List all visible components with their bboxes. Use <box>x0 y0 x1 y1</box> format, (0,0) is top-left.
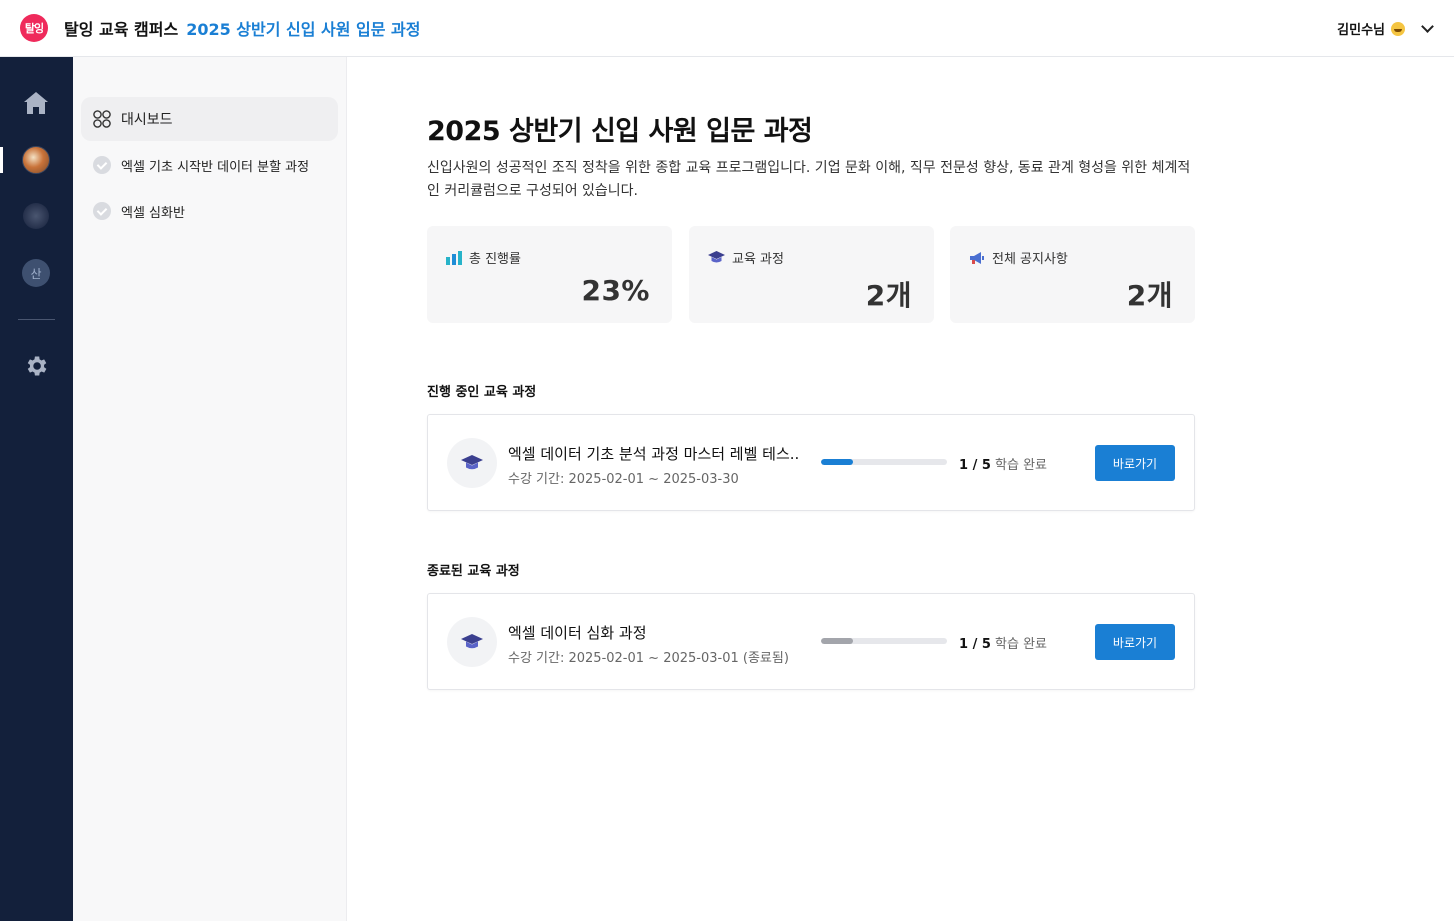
main-content: 2025 상반기 신입 사원 입문 과정 신입사원의 성공적인 조직 정착을 위… <box>347 57 1454 921</box>
megaphone-icon <box>970 251 984 264</box>
chevron-down-icon[interactable] <box>1421 20 1434 33</box>
stat-value: 23% <box>581 274 650 307</box>
progress-bar <box>821 638 947 644</box>
course-sidebar: 대시보드 엑셀 기초 시작반 데이터 분할 과정 엑셀 심화반 <box>73 57 347 921</box>
check-circle-icon <box>93 156 111 174</box>
home-icon <box>24 92 48 114</box>
course-name: 엑셀 데이터 기초 분석 과정 마스터 레벨 테스.. <box>508 445 800 463</box>
sidebar-item-label: 엑셀 기초 시작반 데이터 분할 과정 <box>121 159 310 175</box>
sidebar-item-label: 대시보드 <box>121 112 173 128</box>
rail-active-indicator <box>0 147 3 173</box>
stat-label: 총 진행률 <box>469 252 521 267</box>
graduation-cap-icon <box>708 251 725 263</box>
course-name: 엑셀 데이터 심화 과정 <box>508 624 647 642</box>
user-name: 김민수님 <box>1337 23 1385 38</box>
course-avatar <box>23 203 49 229</box>
stat-card-courses: 교육 과정 2개 <box>689 226 934 323</box>
header-course-title: 2025 상반기 신입 사원 입문 과정 <box>186 20 421 39</box>
stat-value: 2개 <box>1126 279 1173 312</box>
course-icon-badge <box>447 617 497 667</box>
user-menu[interactable]: 김민수님 <box>1337 0 1434 57</box>
course-card-finished: 엑셀 데이터 심화 과정 수강 기간: 2025-02-01 ~ 2025-03… <box>427 593 1195 690</box>
stat-card-progress: 총 진행률 23% <box>427 226 672 323</box>
progress-count: 1 / 5 <box>959 637 991 652</box>
progress-text: 1 / 5 학습 완료 <box>959 454 1047 473</box>
course-avatar: 산 <box>22 259 50 287</box>
rail-course-b[interactable] <box>22 202 50 230</box>
gear-icon <box>27 356 47 376</box>
rail-divider <box>18 319 55 320</box>
progress-text: 1 / 5 학습 완료 <box>959 633 1047 652</box>
brand-logo[interactable]: 탈잉 <box>20 14 48 42</box>
sidebar-item-excel-basic[interactable]: 엑셀 기초 시작반 데이터 분할 과정 <box>81 143 338 187</box>
course-icon-badge <box>447 438 497 488</box>
rail-home[interactable] <box>22 89 50 117</box>
stat-label: 전체 공지사항 <box>992 252 1068 267</box>
go-to-course-button[interactable]: 바로가기 <box>1095 445 1175 481</box>
grid-icon <box>93 110 111 128</box>
sidebar-item-excel-advanced[interactable]: 엑셀 심화반 <box>81 189 338 233</box>
rail-course-c[interactable]: 산 <box>22 259 50 287</box>
go-to-course-button[interactable]: 바로가기 <box>1095 624 1175 660</box>
stat-value: 2개 <box>865 279 912 312</box>
course-period: 수강 기간: 2025-02-01 ~ 2025-03-01 (종료됨) <box>508 651 789 666</box>
stat-label: 교육 과정 <box>732 252 784 267</box>
course-period: 수강 기간: 2025-02-01 ~ 2025-03-30 <box>508 472 739 487</box>
course-card-ongoing: 엑셀 데이터 기초 분석 과정 마스터 레벨 테스.. 수강 기간: 2025-… <box>427 414 1195 511</box>
stat-card-notices: 전체 공지사항 2개 <box>950 226 1195 323</box>
check-circle-icon <box>93 202 111 220</box>
rail-settings[interactable] <box>22 352 50 380</box>
graduation-cap-icon <box>461 634 483 649</box>
page-title: 2025 상반기 신입 사원 입문 과정 <box>427 116 813 147</box>
bar-chart-icon <box>446 250 462 265</box>
smile-emoji-icon <box>1391 21 1405 36</box>
left-rail: 산 <box>0 57 73 921</box>
course-avatar <box>22 146 50 174</box>
section-title-finished: 종료된 교육 과정 <box>427 564 520 579</box>
sidebar-item-label: 엑셀 심화반 <box>121 205 185 221</box>
rail-course-a[interactable] <box>22 146 50 174</box>
brand-name: 탈잉 교육 캠퍼스 <box>64 20 179 39</box>
progress-fill <box>821 638 853 644</box>
logo-text: 탈잉 <box>24 22 44 35</box>
progress-suffix: 학습 완료 <box>990 458 1047 473</box>
page-description: 신입사원의 성공적인 조직 정착을 위한 종합 교육 프로그램입니다. 기업 문… <box>427 160 1191 199</box>
section-title-ongoing: 진행 중인 교육 과정 <box>427 385 537 400</box>
progress-count: 1 / 5 <box>959 458 991 473</box>
progress-bar <box>821 459 947 465</box>
progress-suffix: 학습 완료 <box>990 637 1047 652</box>
top-header: 탈잉 탈잉 교육 캠퍼스 2025 상반기 신입 사원 입문 과정 김민수님 <box>0 0 1454 57</box>
graduation-cap-icon <box>461 455 483 470</box>
progress-fill <box>821 459 853 465</box>
sidebar-item-dashboard[interactable]: 대시보드 <box>81 97 338 141</box>
